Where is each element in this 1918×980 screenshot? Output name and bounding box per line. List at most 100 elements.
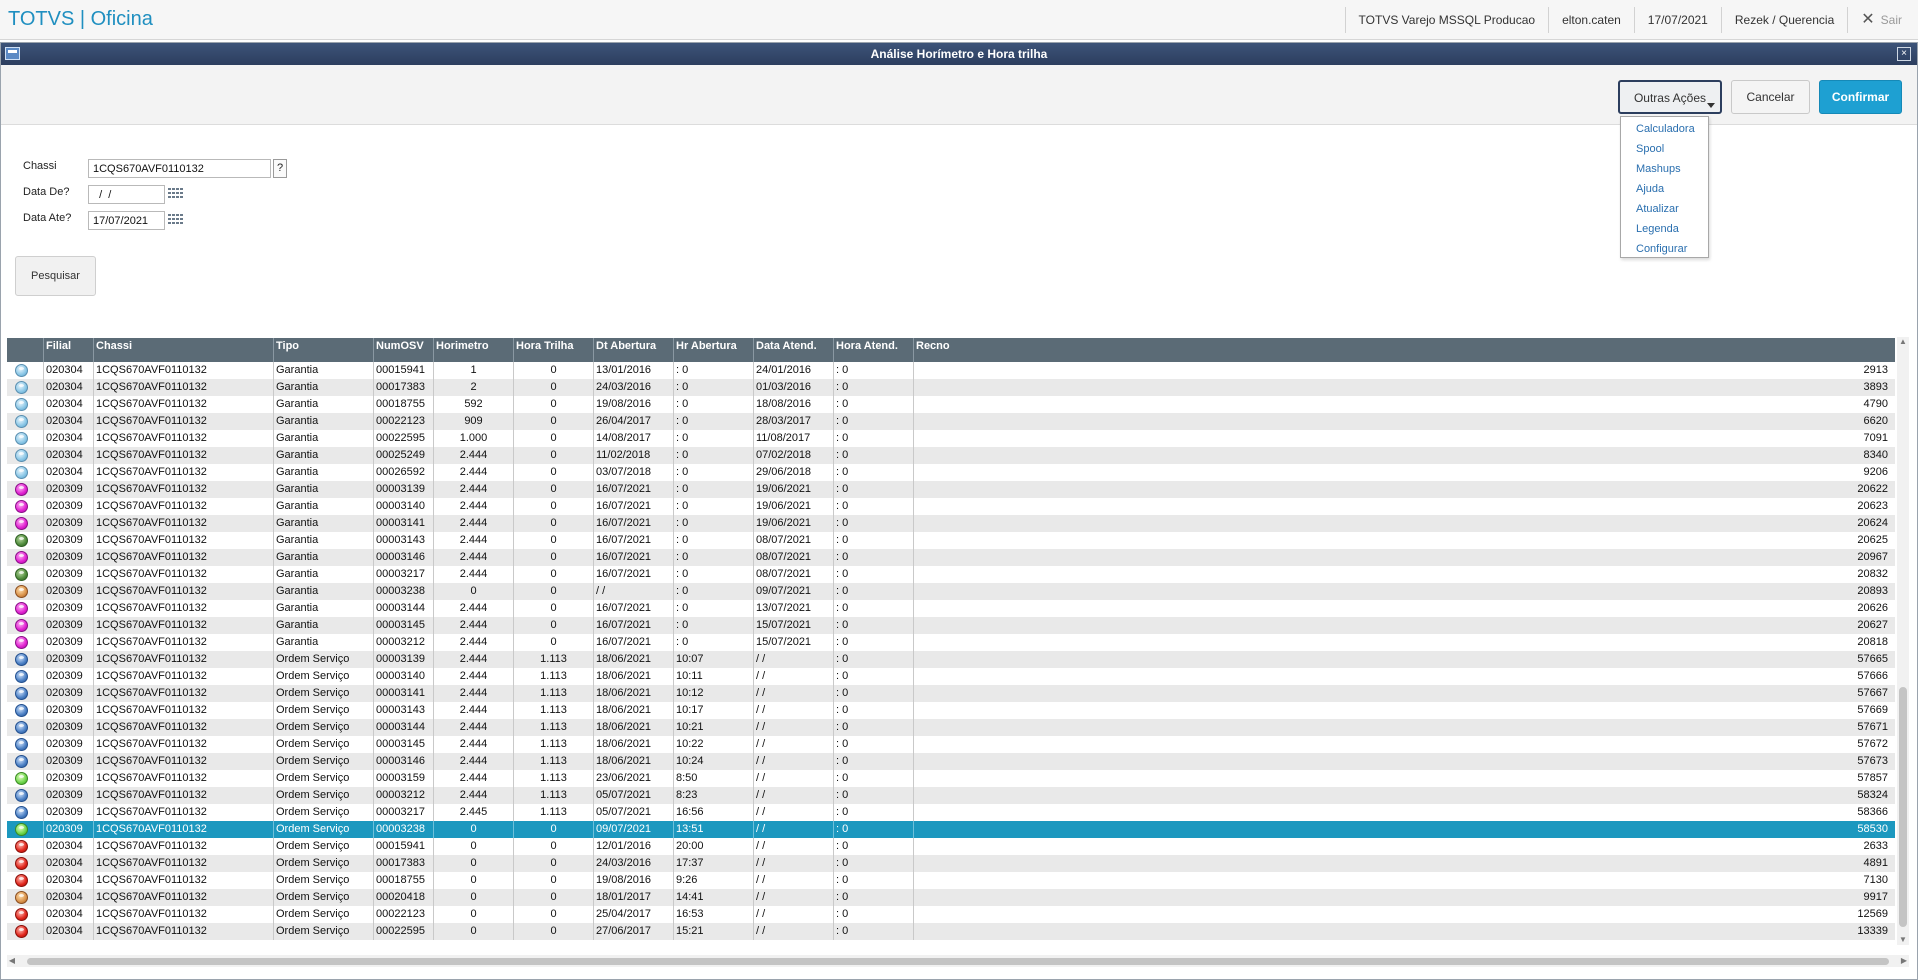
column-header-hora-atend[interactable]: Hora Atend.: [833, 338, 913, 362]
table-row[interactable]: 020309 1CQS670AVF0110132 Ordem Serviço 0000…: [7, 736, 1895, 753]
table-row[interactable]: 020309 1CQS670AVF0110132 Ordem Serviço 0000…: [7, 702, 1895, 719]
table-row[interactable]: 020309 1CQS670AVF0110132 Garantia 00003144 2…: [7, 600, 1895, 617]
chassi-lookup-button[interactable]: ?: [273, 159, 287, 178]
cell-horimetro: 0: [433, 583, 513, 600]
status-light-icon: [15, 381, 28, 394]
cell-dt-abertura: 18/01/2017: [593, 889, 673, 906]
status-red-icon: [15, 840, 28, 853]
column-header-data-atend[interactable]: Data Atend.: [753, 338, 833, 362]
data-ate-input[interactable]: [88, 211, 165, 230]
cell-numosv: 00003145: [373, 736, 433, 753]
other-actions-button[interactable]: Outras Ações: [1618, 80, 1722, 114]
table-row[interactable]: 020304 1CQS670AVF0110132 Garantia 00022595 1…: [7, 430, 1895, 447]
data-de-input[interactable]: [88, 185, 165, 204]
exit-label: Sair: [1880, 13, 1902, 27]
column-header-recno[interactable]: Recno: [913, 338, 1895, 362]
table-row[interactable]: 020304 1CQS670AVF0110132 Ordem Serviço 0002…: [7, 906, 1895, 923]
menu-item-configurar[interactable]: Configurar: [1621, 239, 1708, 259]
table-row[interactable]: 020304 1CQS670AVF0110132 Garantia 00018755 5…: [7, 396, 1895, 413]
search-button[interactable]: Pesquisar: [15, 256, 96, 296]
table-row[interactable]: 020304 1CQS670AVF0110132 Ordem Serviço 0002…: [7, 923, 1895, 940]
table-row[interactable]: 020304 1CQS670AVF0110132 Garantia 00026592 2…: [7, 464, 1895, 481]
column-header-status[interactable]: [7, 338, 43, 362]
confirm-button[interactable]: Confirmar: [1819, 80, 1902, 114]
table-row[interactable]: 020309 1CQS670AVF0110132 Ordem Serviço 0000…: [7, 685, 1895, 702]
cell-data-atend: / /: [753, 736, 833, 753]
menu-item-mashups[interactable]: Mashups: [1621, 159, 1708, 179]
cell-dt-abertura: 16/07/2021: [593, 498, 673, 515]
table-row[interactable]: 020304 1CQS670AVF0110132 Garantia 00015941 1…: [7, 362, 1895, 379]
column-header-hora-trilha[interactable]: Hora Trilha: [513, 338, 593, 362]
table-row[interactable]: 020309 1CQS670AVF0110132 Ordem Serviço 0000…: [7, 821, 1895, 838]
table-row[interactable]: 020309 1CQS670AVF0110132 Garantia 00003143 2…: [7, 532, 1895, 549]
table-row[interactable]: 020309 1CQS670AVF0110132 Garantia 00003141 2…: [7, 515, 1895, 532]
cell-recno: 57669: [913, 702, 1892, 719]
menu-item-atualizar[interactable]: Atualizar: [1621, 199, 1708, 219]
table-row[interactable]: 020309 1CQS670AVF0110132 Garantia 00003140 2…: [7, 498, 1895, 515]
table-row[interactable]: 020304 1CQS670AVF0110132 Ordem Serviço 0002…: [7, 889, 1895, 906]
menu-item-spool[interactable]: Spool: [1621, 139, 1708, 159]
cell-chassi: 1CQS670AVF0110132: [93, 413, 273, 430]
cell-tipo: Garantia: [273, 617, 373, 634]
table-row[interactable]: 020304 1CQS670AVF0110132 Ordem Serviço 0001…: [7, 855, 1895, 872]
table-row[interactable]: 020304 1CQS670AVF0110132 Garantia 00025249 2…: [7, 447, 1895, 464]
table-row[interactable]: 020309 1CQS670AVF0110132 Garantia 00003146 2…: [7, 549, 1895, 566]
scroll-down-icon[interactable]: ▼: [1898, 935, 1908, 945]
exit-button[interactable]: ✕ Sair: [1847, 7, 1918, 33]
calendar-icon[interactable]: [168, 188, 184, 202]
cell-hora-atend: : 0: [833, 498, 913, 515]
table-row[interactable]: 020309 1CQS670AVF0110132 Garantia 00003139 2…: [7, 481, 1895, 498]
table-row[interactable]: 020304 1CQS670AVF0110132 Ordem Serviço 0001…: [7, 838, 1895, 855]
chassi-input[interactable]: [88, 159, 271, 178]
cell-tipo: Ordem Serviço: [273, 872, 373, 889]
table-row[interactable]: 020309 1CQS670AVF0110132 Ordem Serviço 0000…: [7, 787, 1895, 804]
scroll-thumb[interactable]: [1899, 687, 1907, 927]
cell-dt-abertura: 13/01/2016: [593, 362, 673, 379]
column-header-dt-abertura[interactable]: Dt Abertura: [593, 338, 673, 362]
grid-vertical-scrollbar[interactable]: ▲ ▼: [1897, 337, 1909, 945]
table-row[interactable]: 020304 1CQS670AVF0110132 Garantia 00022123 9…: [7, 413, 1895, 430]
scroll-left-icon[interactable]: ◀: [7, 956, 17, 966]
table-row[interactable]: 020309 1CQS670AVF0110132 Ordem Serviço 0000…: [7, 770, 1895, 787]
table-row[interactable]: 020304 1CQS670AVF0110132 Garantia 00017383 2…: [7, 379, 1895, 396]
table-row[interactable]: 020309 1CQS670AVF0110132 Ordem Serviço 0000…: [7, 668, 1895, 685]
grid-horizontal-scrollbar[interactable]: ◀ ▶: [7, 955, 1909, 967]
cell-chassi: 1CQS670AVF0110132: [93, 855, 273, 872]
status-dgreen-icon: [15, 534, 28, 547]
table-row[interactable]: 020309 1CQS670AVF0110132 Ordem Serviço 0000…: [7, 651, 1895, 668]
column-header-filial[interactable]: Filial: [43, 338, 93, 362]
scroll-up-icon[interactable]: ▲: [1898, 337, 1908, 347]
column-header-numosv[interactable]: NumOSV: [373, 338, 433, 362]
table-row[interactable]: 020309 1CQS670AVF0110132 Ordem Serviço 0000…: [7, 719, 1895, 736]
column-header-tipo[interactable]: Tipo: [273, 338, 373, 362]
table-row[interactable]: 020309 1CQS670AVF0110132 Garantia 00003238 0…: [7, 583, 1895, 600]
table-row[interactable]: 020309 1CQS670AVF0110132 Ordem Serviço 0000…: [7, 804, 1895, 821]
cell-hora-trilha: 0: [513, 413, 593, 430]
table-row[interactable]: 020309 1CQS670AVF0110132 Garantia 00003145 2…: [7, 617, 1895, 634]
column-header-horimetro[interactable]: Horimetro: [433, 338, 513, 362]
menu-item-legenda[interactable]: Legenda: [1621, 219, 1708, 239]
menu-item-calculadora[interactable]: Calculadora: [1621, 119, 1708, 139]
window-close-button[interactable]: ×: [1897, 47, 1911, 61]
cell-tipo: Ordem Serviço: [273, 651, 373, 668]
scroll-thumb-horizontal[interactable]: [27, 958, 1889, 965]
column-header-hr-abertura[interactable]: Hr Abertura: [673, 338, 753, 362]
scroll-right-icon[interactable]: ▶: [1899, 956, 1909, 966]
cell-dt-abertura: 16/07/2021: [593, 515, 673, 532]
cancel-button[interactable]: Cancelar: [1731, 80, 1810, 114]
cell-data-atend: 09/07/2021: [753, 583, 833, 600]
cell-recno: 7091: [913, 430, 1892, 447]
table-row[interactable]: 020304 1CQS670AVF0110132 Ordem Serviço 0001…: [7, 872, 1895, 889]
status-cell: [7, 481, 43, 498]
table-row[interactable]: 020309 1CQS670AVF0110132 Ordem Serviço 0000…: [7, 753, 1895, 770]
calendar-icon[interactable]: [168, 214, 184, 228]
cell-tipo: Ordem Serviço: [273, 889, 373, 906]
cell-tipo: Garantia: [273, 549, 373, 566]
column-header-chassi[interactable]: Chassi: [93, 338, 273, 362]
table-row[interactable]: 020309 1CQS670AVF0110132 Garantia 00003217 2…: [7, 566, 1895, 583]
cell-recno: 57667: [913, 685, 1892, 702]
cell-filial: 020304: [43, 464, 93, 481]
table-row[interactable]: 020309 1CQS670AVF0110132 Garantia 00003212 2…: [7, 634, 1895, 651]
status-light-icon: [15, 415, 28, 428]
menu-item-ajuda[interactable]: Ajuda: [1621, 179, 1708, 199]
